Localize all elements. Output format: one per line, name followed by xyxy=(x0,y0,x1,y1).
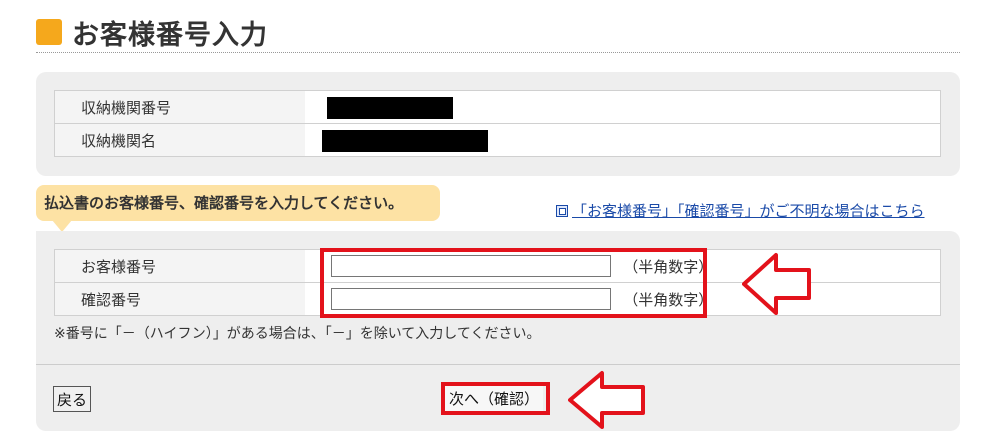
back-button[interactable]: 戻る xyxy=(53,386,92,412)
organization-number-value xyxy=(304,90,941,124)
table-row: 収納機関名 xyxy=(54,123,941,157)
help-link-label: 「お客様番号」「確認番号」がご不明な場合はこちら xyxy=(572,202,925,220)
organization-name-label: 収納機関名 xyxy=(54,123,305,157)
organization-number-label: 収納機関番号 xyxy=(54,90,305,124)
page-title: お客様番号入力 xyxy=(72,19,268,51)
organization-info-table: 収納機関番号 収納機関名 xyxy=(54,90,941,157)
next-confirm-button[interactable]: 次へ（確認） xyxy=(445,385,544,412)
confirmation-number-cell: （半角数字） xyxy=(304,282,941,316)
table-row: 収納機関番号 xyxy=(54,90,941,124)
help-link[interactable]: 「お客様番号」「確認番号」がご不明な場合はこちら xyxy=(556,200,925,221)
customer-number-input[interactable] xyxy=(330,255,611,277)
half-width-digits-hint: （半角数字） xyxy=(623,290,714,309)
customer-number-label: お客様番号 xyxy=(54,249,305,283)
table-row: 確認番号 （半角数字） xyxy=(54,282,941,316)
orange-square-icon xyxy=(36,19,62,45)
half-width-digits-hint: （半角数字） xyxy=(623,257,714,276)
organization-name-value xyxy=(304,123,941,157)
number-input-table: お客様番号 （半角数字） 確認番号 （半角数字） xyxy=(54,249,941,316)
confirmation-number-input[interactable] xyxy=(330,288,611,310)
organization-info-panel: 収納機関番号 収納機関名 xyxy=(36,72,960,176)
instruction-callout: 払込書のお客様番号、確認番号を入力してください。 xyxy=(36,185,440,221)
redaction-bar xyxy=(321,130,488,152)
table-row: お客様番号 （半角数字） xyxy=(54,249,941,283)
number-input-panel: お客様番号 （半角数字） 確認番号 （半角数字） ※番号に「－（ハイフン）」があ… xyxy=(36,231,960,364)
hyphen-note: ※番号に「－（ハイフン）」がある場合は、「－」を除いて入力してください。 xyxy=(54,326,541,342)
confirmation-number-label: 確認番号 xyxy=(54,282,305,316)
page-header: お客様番号入力 xyxy=(36,12,268,52)
title-divider xyxy=(36,52,960,53)
customer-number-cell: （半角数字） xyxy=(304,249,941,283)
window-link-icon xyxy=(556,205,568,217)
redaction-bar xyxy=(326,97,453,119)
